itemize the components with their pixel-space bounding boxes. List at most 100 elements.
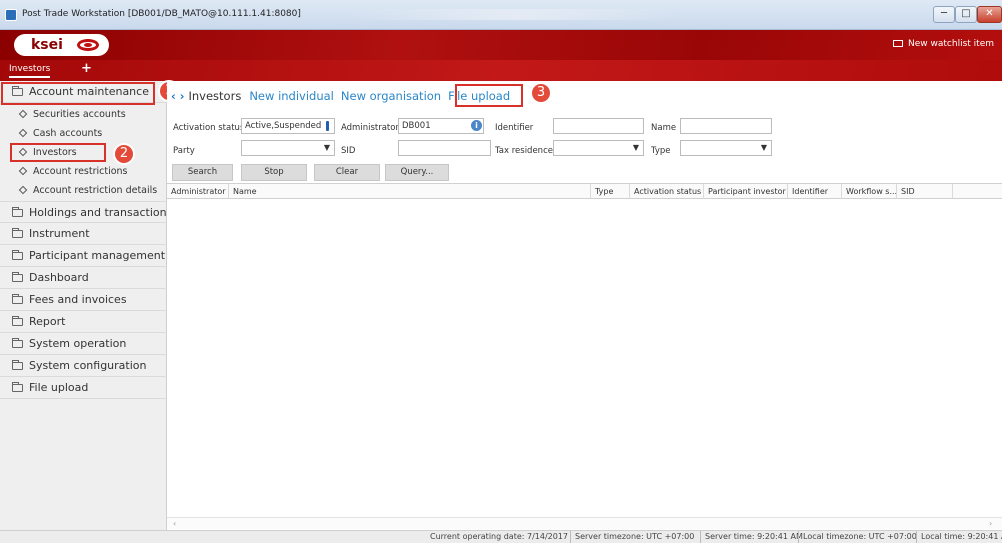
- status-server-timezone: Server timezone: UTC +07:00: [570, 531, 698, 543]
- status-server-time: Server time: 9:20:41 AM: [700, 531, 807, 543]
- column-header-participant-investor[interactable]: Participant investor: [704, 184, 788, 199]
- diamond-icon: [18, 185, 28, 195]
- chevron-down-icon: ▼: [632, 143, 639, 152]
- sidebar-subitem-label: Account restrictions: [33, 166, 128, 177]
- sidebar-subitem-label: Cash accounts: [33, 128, 103, 139]
- folder-icon: [12, 294, 23, 304]
- clear-button[interactable]: Clear: [314, 164, 380, 181]
- sidebar-subitem-account-restrictions[interactable]: Account restrictions: [0, 162, 167, 181]
- window-title-bar: Post Trade Workstation [DB001/DB_MATO@10…: [0, 0, 1002, 30]
- identifier-field[interactable]: [553, 118, 644, 134]
- chevron-down-icon: ▼: [323, 143, 330, 152]
- folder-icon: [12, 250, 23, 260]
- blurred-title-area: [350, 9, 680, 20]
- diamond-icon: [18, 128, 28, 138]
- sidebar-item-report[interactable]: Report: [0, 311, 167, 333]
- identifier-label: Identifier: [495, 123, 534, 133]
- diamond-icon: [18, 166, 28, 176]
- column-header-sid[interactable]: SID: [897, 184, 953, 199]
- name-label: Name: [651, 123, 677, 133]
- new-watchlist-button[interactable]: New watchlist item: [893, 39, 994, 49]
- sidebar-item-file-upload[interactable]: File upload: [0, 377, 167, 399]
- app-window: Post Trade Workstation [DB001/DB_MATO@10…: [0, 0, 1002, 543]
- sid-label: SID: [341, 146, 356, 156]
- query-button[interactable]: Query...: [385, 164, 449, 181]
- envelope-icon: [893, 40, 904, 47]
- search-button[interactable]: Search: [172, 164, 233, 181]
- folder-icon: [12, 272, 23, 282]
- party-label: Party: [173, 146, 195, 156]
- sidebar-item-fees-and-invoices[interactable]: Fees and invoices: [0, 289, 167, 311]
- sidebar-subitem-label: Securities accounts: [33, 109, 126, 120]
- column-header-name[interactable]: Name: [229, 184, 591, 199]
- new-individual-link[interactable]: New individual: [249, 89, 334, 103]
- sidebar-item-dashboard[interactable]: Dashboard: [0, 267, 167, 289]
- forward-arrow-icon[interactable]: ›: [180, 89, 185, 103]
- results-table-body: [167, 199, 1002, 521]
- sidebar-item-holdings-and-transactions[interactable]: Holdings and transactions: [0, 201, 172, 223]
- logo-text: ksei: [31, 37, 63, 53]
- app-header: ksei New watchlist item: [0, 30, 1002, 60]
- current-page-title: Investors: [188, 89, 242, 103]
- folder-icon: [12, 338, 23, 348]
- column-header-type[interactable]: Type: [591, 184, 630, 199]
- minimize-button[interactable]: ─: [933, 6, 955, 23]
- highlight-box-account-maintenance: [1, 82, 155, 105]
- column-header-activation-status[interactable]: Activation status: [630, 184, 704, 199]
- sidebar-subitem-securities-accounts[interactable]: Securities accounts: [0, 105, 167, 124]
- type-select[interactable]: ▼: [680, 140, 772, 156]
- stop-button[interactable]: Stop: [241, 164, 307, 181]
- callout-badge-3: 3: [530, 82, 552, 104]
- sidebar-item-participant-management[interactable]: Participant management: [0, 245, 167, 267]
- horizontal-scrollbar[interactable]: ‹ ›: [167, 517, 1002, 529]
- back-arrow-icon[interactable]: ‹: [171, 89, 176, 103]
- sidebar-subitem-account-restriction-details[interactable]: Account restriction details: [0, 181, 167, 200]
- folder-icon: [12, 228, 23, 238]
- sidebar-item-label: Participant management: [29, 249, 166, 262]
- info-icon[interactable]: i: [471, 120, 482, 131]
- scroll-right-icon[interactable]: ›: [989, 519, 992, 528]
- column-header-administrator[interactable]: Administrator: [167, 184, 229, 199]
- activation-status-select[interactable]: Active,Suspended: [241, 118, 335, 134]
- status-operating-date: Current operating date: 7/14/2017: [430, 532, 569, 541]
- highlight-box-investors: [10, 143, 106, 162]
- sidebar-subitem-cash-accounts[interactable]: Cash accounts: [0, 124, 167, 143]
- sidebar-item-system-configuration[interactable]: System configuration: [0, 355, 167, 377]
- diamond-icon: [18, 109, 28, 119]
- sidebar-item-label: System operation: [29, 337, 127, 350]
- sidebar-subitem-label: Account restriction details: [33, 185, 158, 196]
- app-icon: [5, 9, 17, 21]
- status-bar: Current operating date: 7/14/2017 Server…: [0, 530, 1002, 543]
- sid-field[interactable]: [398, 140, 491, 156]
- sidebar-item-instrument[interactable]: Instrument: [0, 223, 167, 245]
- logo-ring-icon: [77, 39, 99, 51]
- tab-strip: Investors +: [0, 60, 1002, 81]
- maximize-button[interactable]: □: [955, 6, 977, 23]
- name-field[interactable]: [680, 118, 772, 134]
- new-watchlist-label: New watchlist item: [908, 39, 994, 49]
- scroll-left-icon[interactable]: ‹: [173, 519, 176, 528]
- type-label: Type: [651, 146, 671, 156]
- administrator-label: Administrator: [341, 123, 399, 133]
- tax-residence-select[interactable]: ▼: [553, 140, 644, 156]
- results-table-header: Administrator Name Type Activation statu…: [167, 183, 1002, 199]
- folder-icon: [12, 360, 23, 370]
- tab-investors[interactable]: Investors: [9, 64, 51, 78]
- party-select[interactable]: ▼: [241, 140, 335, 156]
- sidebar-item-label: System configuration: [29, 359, 147, 372]
- highlight-box-file-upload: [455, 84, 523, 107]
- close-button[interactable]: ✕: [977, 6, 1002, 23]
- activation-status-label: Activation status: [173, 123, 245, 133]
- tax-residence-label: Tax residence: [495, 146, 553, 156]
- chevron-down-icon: ▼: [760, 143, 767, 152]
- folder-icon: [12, 316, 23, 326]
- spinner-icon: [326, 121, 329, 131]
- column-header-identifier[interactable]: Identifier: [788, 184, 842, 199]
- new-organisation-link[interactable]: New organisation: [341, 89, 441, 103]
- add-tab-button[interactable]: +: [81, 61, 92, 76]
- sidebar-item-system-operation[interactable]: System operation: [0, 333, 167, 355]
- callout-badge-2: 2: [113, 143, 135, 165]
- sidebar-item-label: Instrument: [29, 227, 90, 240]
- folder-icon: [12, 207, 23, 217]
- column-header-workflow-status[interactable]: Workflow s...: [842, 184, 897, 199]
